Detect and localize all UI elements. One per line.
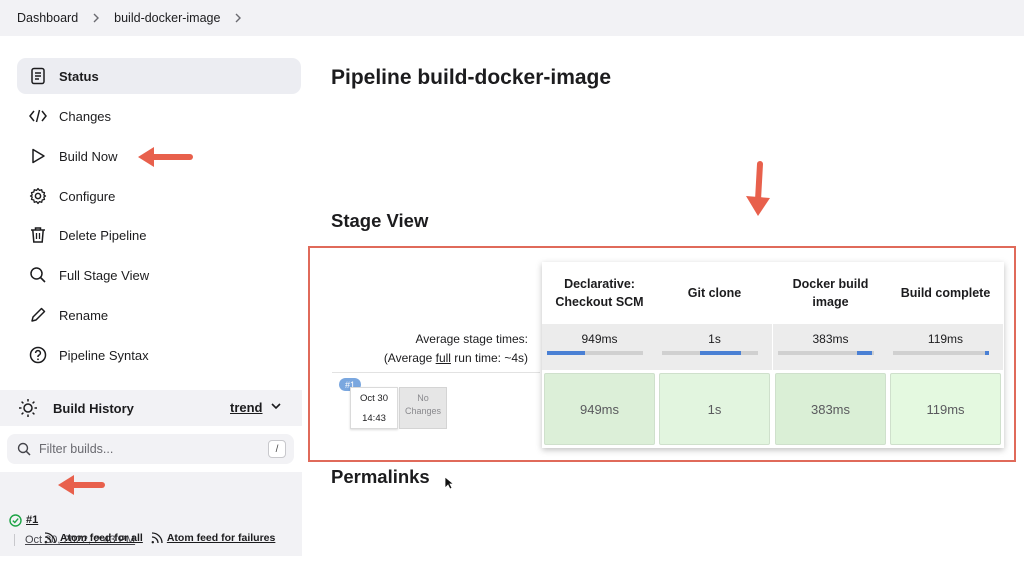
stage-average: 1s: [657, 324, 772, 370]
sidebar-item-rename[interactable]: Rename: [17, 297, 301, 333]
chevron-right-icon: [92, 13, 100, 23]
document-icon: [28, 66, 48, 86]
pencil-icon: [28, 305, 48, 325]
stage-column: Build complete 119ms 119ms: [888, 262, 1003, 448]
build-number-link[interactable]: #1: [26, 514, 38, 526]
help-circle-icon: [28, 345, 48, 365]
stage-average-time: 383ms: [812, 332, 849, 346]
stage-column: Docker build image 383ms 383ms: [773, 262, 888, 448]
stage-progress-track: [893, 351, 989, 355]
sidebar: Status Changes Build Now Configure Delet…: [0, 36, 312, 572]
stage-progress-fill: [985, 351, 989, 355]
sidebar-item-configure[interactable]: Configure: [17, 178, 301, 214]
stage-progress-fill: [700, 351, 741, 355]
stage-column: Git clone 1s 1s: [657, 262, 772, 448]
run-date-box[interactable]: Oct 30 14:43: [350, 387, 398, 429]
stage-average-time: 949ms: [581, 332, 618, 346]
stage-cell[interactable]: 1s: [659, 373, 770, 445]
filter-builds-input[interactable]: Filter builds...: [39, 442, 113, 456]
chevron-right-icon[interactable]: [234, 13, 242, 23]
sidebar-item-label: Changes: [59, 108, 112, 124]
sidebar-item-label: Pipeline Syntax: [59, 347, 149, 363]
stage-progress-track: [778, 351, 874, 355]
sidebar-item-status[interactable]: Status: [17, 58, 301, 94]
filter-builds-field[interactable]: Filter builds... /: [7, 434, 294, 464]
atom-feed-failures-label: Atom feed for failures: [166, 532, 276, 544]
page-title: Pipeline build-docker-image: [331, 66, 612, 89]
sidebar-item-label: Build Now: [59, 148, 118, 164]
build-history-header: Build History trend: [0, 390, 302, 426]
stage-header: Declarative: Checkout SCM: [555, 277, 644, 309]
full-run-link[interactable]: full: [436, 351, 451, 365]
atom-feed-all-label: Atom feed for all: [60, 532, 143, 544]
keyboard-shortcut-hint: /: [268, 440, 286, 458]
trash-icon: [28, 225, 48, 245]
stage-average-time: 119ms: [927, 332, 964, 346]
sidebar-item-label: Configure: [59, 188, 116, 204]
stage-cell[interactable]: 949ms: [544, 373, 655, 445]
stage-progress-track: [547, 351, 643, 355]
chevron-down-icon[interactable]: [270, 400, 282, 412]
sidebar-item-delete-pipeline[interactable]: Delete Pipeline: [17, 217, 301, 253]
stage-average: 383ms: [773, 324, 888, 370]
atom-feed-failures-link[interactable]: Atom feed for failures: [151, 532, 276, 544]
stage-table: Declarative: Checkout SCM 949ms 949ms Gi…: [542, 262, 1004, 448]
stage-view-heading: Stage View: [331, 210, 429, 231]
search-icon: [17, 442, 31, 456]
avg-label-pre: (Average: [383, 351, 436, 365]
no-changes-box[interactable]: No Changes: [399, 387, 447, 429]
sidebar-item-label: Delete Pipeline: [59, 227, 147, 243]
stage-average: 119ms: [888, 324, 1003, 370]
stage-header: Docker build image: [792, 277, 869, 309]
divider: [14, 534, 15, 546]
search-icon: [28, 265, 48, 285]
stage-progress-track: [662, 351, 758, 355]
stage-average: 949ms: [542, 324, 657, 370]
sidebar-item-label: Rename: [59, 307, 109, 323]
annotation-arrow-icon: [746, 161, 770, 216]
breadcrumb: Dashboard build-docker-image: [0, 0, 1024, 36]
atom-feed-all-link[interactable]: Atom feed for all: [44, 532, 143, 544]
play-icon: [28, 146, 48, 166]
sidebar-item-pipeline-syntax[interactable]: Pipeline Syntax: [17, 337, 301, 373]
annotation-arrow-icon: [58, 475, 105, 495]
run-time: 14:43: [362, 413, 386, 424]
stage-cell[interactable]: 383ms: [775, 373, 886, 445]
breadcrumb-job[interactable]: build-docker-image: [114, 11, 220, 25]
sidebar-item-label: Status: [59, 68, 99, 84]
sidebar-item-changes[interactable]: Changes: [17, 98, 301, 134]
stage-average-time: 1s: [708, 332, 721, 346]
gear-icon: [28, 186, 48, 206]
breadcrumb-dashboard[interactable]: Dashboard: [17, 11, 78, 25]
sidebar-item-full-stage-view[interactable]: Full Stage View: [17, 257, 301, 293]
rss-icon: [44, 532, 56, 544]
avg-label-post: run time: ~4s): [450, 351, 528, 365]
code-icon: [28, 106, 48, 126]
build-history-title: Build History: [53, 400, 134, 416]
success-check-icon: [9, 514, 22, 527]
trend-link[interactable]: trend: [230, 400, 263, 415]
stage-header: Git clone: [687, 286, 742, 300]
permalinks-heading: Permalinks: [331, 466, 430, 487]
rss-icon: [151, 532, 163, 544]
annotation-arrow-icon: [138, 147, 193, 167]
stage-progress-fill: [547, 351, 586, 355]
stage-header: Build complete: [900, 286, 991, 300]
mouse-cursor-icon: [444, 476, 454, 490]
run-date: Oct 30: [360, 393, 388, 404]
feeds: Atom feed for all Atom feed for failures: [44, 532, 283, 544]
stage-cell[interactable]: 119ms: [890, 373, 1001, 445]
average-stage-times-label: Average stage times: (Average full run t…: [332, 330, 528, 368]
sidebar-item-label: Full Stage View: [59, 267, 150, 283]
stage-column: Declarative: Checkout SCM 949ms 949ms: [542, 262, 657, 448]
sun-icon: [18, 398, 38, 418]
avg-label-line1: Average stage times:: [415, 332, 528, 346]
avg-label-line2: (Average full run time: ~4s): [332, 349, 528, 368]
stage-progress-fill: [856, 351, 873, 355]
